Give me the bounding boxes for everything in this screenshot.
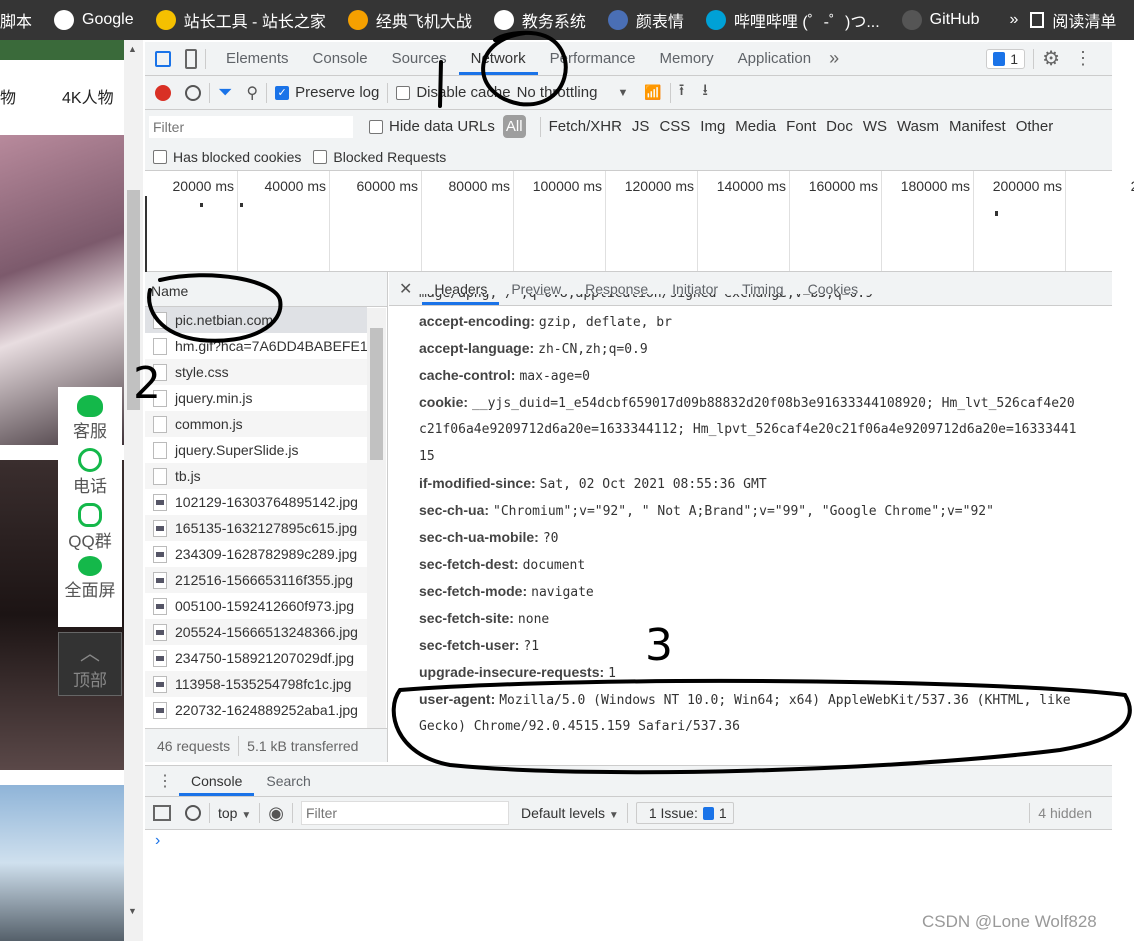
annotation-line-1 xyxy=(438,60,443,108)
annotation-3: 3 xyxy=(645,620,673,671)
annotation-2: 2 xyxy=(133,358,161,409)
annotation-circle-name xyxy=(147,273,283,343)
annotation-circle-useragent xyxy=(391,678,1132,775)
watermark: CSDN @Lone Wolf828 xyxy=(922,912,1097,931)
annotation-circle-network xyxy=(481,30,568,107)
hand-drawn-annotations: 2 3 xyxy=(133,30,1132,775)
